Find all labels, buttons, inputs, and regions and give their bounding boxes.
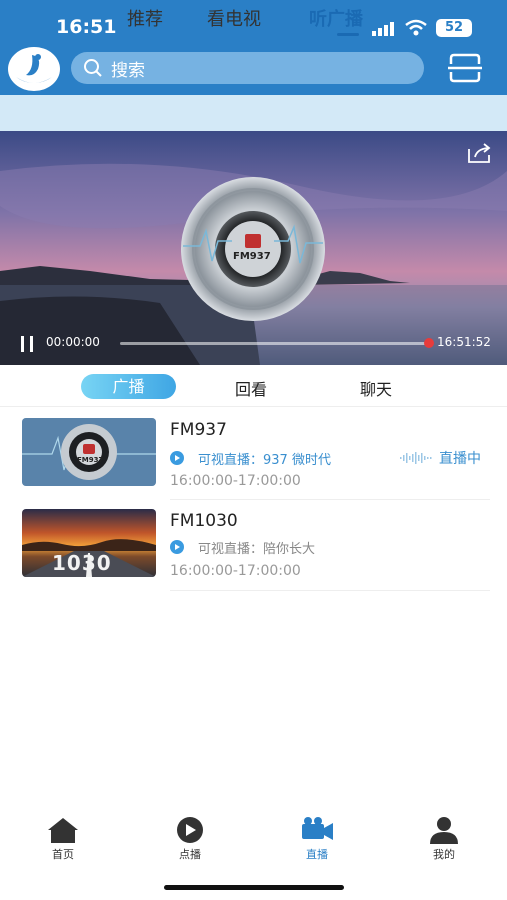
battery-icon: 52 [436, 19, 472, 37]
scan-icon[interactable] [447, 52, 483, 84]
channel-thumbnail: 1030 [22, 509, 156, 577]
video-player[interactable]: FM937 [0, 131, 507, 365]
player-background [0, 131, 507, 365]
divider [170, 590, 490, 591]
seek-bar[interactable] [120, 342, 430, 345]
nav-home-label: 首页 [52, 848, 74, 861]
tab-listen-radio[interactable]: 听广播 [309, 5, 363, 31]
tab-watch-tv[interactable]: 看电视 [207, 5, 261, 31]
nav-live-label: 直播 [306, 848, 328, 861]
user-icon [430, 817, 458, 844]
search-icon [84, 59, 102, 77]
channel-name: FM937 [170, 420, 227, 440]
tab-active-indicator [337, 33, 359, 36]
list-item[interactable]: 1030 FM1030 可视直播：陪你长大 16:00:00-17:00:00 [0, 503, 507, 593]
home-indicator[interactable] [164, 885, 344, 890]
pause-icon[interactable] [20, 335, 34, 353]
channel-name: FM1030 [170, 511, 238, 531]
channel-thumbnail-text: FM937 [77, 456, 104, 464]
share-icon[interactable] [466, 141, 494, 165]
channel-time: 16:00:00-17:00:00 [170, 563, 301, 579]
status-time: 16:51 [56, 16, 117, 38]
play-circle-icon [177, 817, 203, 843]
nav-vod[interactable]: 点播 [160, 816, 220, 862]
list-item[interactable]: FM937 FM937 可视直播：937 微时代 直播中 16:00:00-17… [0, 412, 507, 502]
logo-icon [16, 54, 52, 83]
app-logo[interactable] [8, 47, 60, 91]
video-camera-icon [302, 817, 333, 840]
nav-profile[interactable]: 我的 [414, 816, 474, 862]
category-tabs [0, 95, 507, 131]
subtab-chat[interactable]: 聊天 [360, 376, 392, 400]
audio-wave-icon [400, 452, 432, 464]
channel-time: 16:00:00-17:00:00 [170, 473, 301, 489]
channel-thumbnail: FM937 [22, 418, 156, 486]
nav-profile-label: 我的 [433, 848, 455, 861]
nav-live[interactable]: 直播 [287, 816, 347, 862]
play-small-icon [170, 451, 184, 465]
subtab-replay[interactable]: 回看 [235, 376, 267, 400]
tab-recommend[interactable]: 推荐 [127, 5, 163, 31]
wifi-icon [405, 19, 427, 36]
nav-home[interactable]: 首页 [33, 816, 93, 862]
search-bar[interactable]: 搜索 [71, 52, 424, 84]
channel-program: 可视直播：陪你长大 [198, 542, 316, 557]
live-status: 直播中 [439, 451, 481, 467]
subtab-broadcast[interactable]: 广播 [81, 374, 176, 399]
search-placeholder: 搜索 [111, 60, 145, 81]
battery-level: 52 [444, 20, 464, 35]
channel-program: 可视直播：937 微时代 [198, 453, 331, 468]
channel-thumbnail-text: 1030 [52, 551, 112, 575]
nav-vod-label: 点播 [179, 848, 201, 861]
home-icon [48, 818, 78, 843]
seek-handle[interactable] [424, 338, 434, 348]
signal-icon [372, 22, 394, 36]
divider [170, 499, 490, 500]
player-logo-text: FM937 [233, 251, 271, 262]
end-time: 16:51:52 [437, 335, 491, 349]
play-small-icon [170, 540, 184, 554]
current-time: 00:00:00 [46, 335, 100, 349]
